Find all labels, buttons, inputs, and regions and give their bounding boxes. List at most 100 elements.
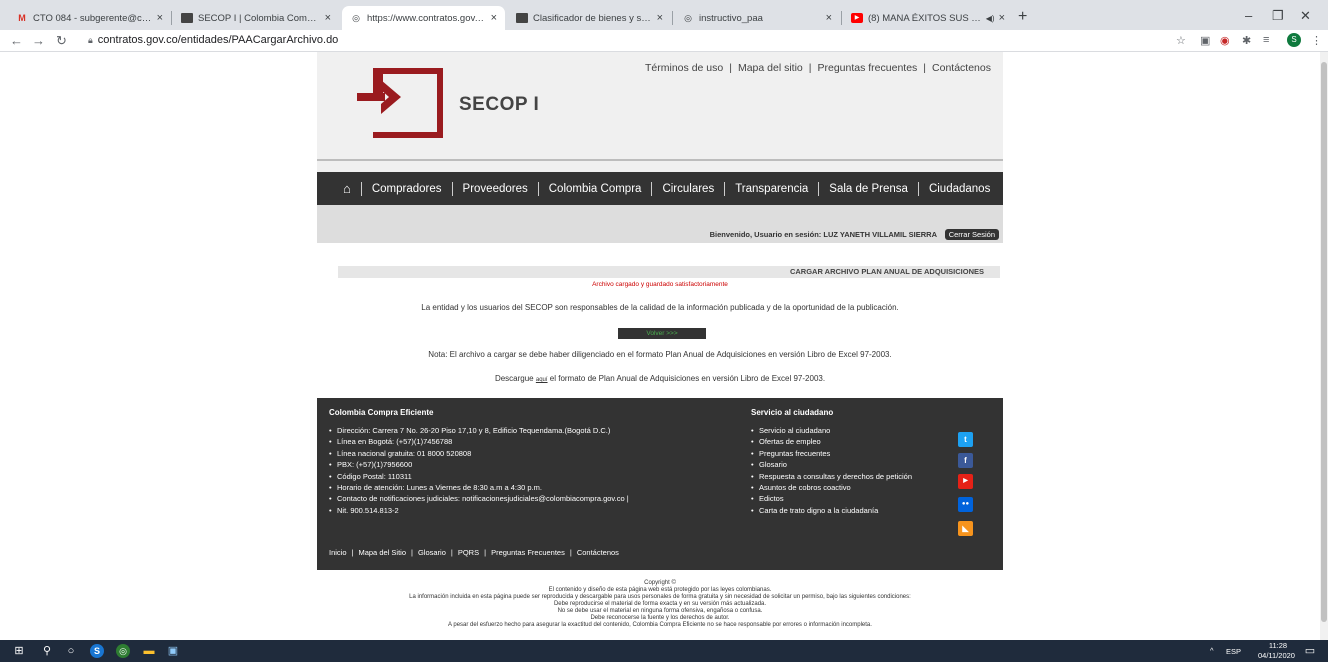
clock-date[interactable]: 04/11/2020 [1258,651,1295,660]
nav-item-ciudadanos[interactable]: Ciudadanos [917,181,1000,196]
browser-tab-active[interactable]: ◎ https://www.contratos.gov.co/en × [342,6,505,30]
search-icon[interactable]: ⚲ [40,644,54,658]
footer-col1-title: Colombia Compra Eficiente [329,408,434,417]
language-indicator[interactable]: ESP [1226,647,1241,656]
new-tab-button[interactable]: + [1018,8,1027,26]
browser-tab[interactable]: M CTO 084 - subgerente@cribsalud × [8,6,171,30]
chrome-icon[interactable]: ◎ [116,644,130,658]
menu-dots-icon[interactable]: ⋮ [1311,34,1322,47]
close-window-icon[interactable]: ✕ [1300,8,1311,24]
main-navigation: ⌂ Compradores Proveedores Colombia Compr… [317,172,1003,205]
footer-col2-title: Servicio al ciudadano [751,408,834,417]
media-queue-icon[interactable]: ≡ [1263,34,1269,46]
nav-item-circulares[interactable]: Circulares [651,181,724,196]
service-link[interactable]: Edictos [751,493,931,505]
footer-contact-column: Colombia Compra Eficiente Dirección: Car… [329,408,729,517]
facebook-icon[interactable]: f [958,453,973,468]
browser-tab[interactable]: SECOP I | Colombia Compra Efici × [173,6,339,30]
top-link-terms[interactable]: Términos de uso [645,62,723,74]
service-link[interactable]: Carta de trato digno a la ciudadanía [751,505,931,517]
copyright-line: Debe reconocerse la fuente y los derecho… [590,615,730,621]
profile-avatar[interactable]: S [1287,33,1301,47]
contact-item: Dirección: Carrera 7 No. 26-20 Piso 17,1… [329,425,729,437]
tab-separator [171,11,172,25]
forward-icon[interactable]: → [32,33,45,48]
url-field[interactable]: 🔒︎ contratos.gov.co/entidades/PAACargarAr… [88,34,338,46]
top-links: Términos de uso | Mapa del sitio | Preguntas… [645,62,991,74]
footer-link-contact[interactable]: Contáctenos [577,548,619,557]
service-link[interactable]: Glosario [751,459,931,471]
file-explorer-icon[interactable]: ▬ [142,644,156,658]
clock-time[interactable]: 11:28 [1260,641,1296,650]
copyright-line: A pesar del esfuerzo hecho para asegurar… [448,622,872,628]
gmail-icon: M [18,13,26,23]
youtube-icon[interactable]: ▶ [958,474,973,489]
extensions-puzzle-icon[interactable]: ✱ [1242,34,1251,47]
home-icon[interactable]: ⌂ [343,181,351,196]
footer-links: Inicio | Mapa del Sitio | Glosario | PQRS | Preg… [329,548,619,557]
footer-link-faq[interactable]: Preguntas Frecuentes [491,548,565,557]
nav-item-compradores[interactable]: Compradores [360,181,452,196]
logo-text[interactable]: SECOP I [459,94,539,116]
footer-link-inicio[interactable]: Inicio [329,548,347,557]
bookmark-star-icon[interactable]: ☆ [1176,34,1186,47]
download-link[interactable]: aquí [536,377,548,383]
footer-link-pqrs[interactable]: PQRS [458,548,479,557]
tray-chevron-icon[interactable]: ^ [1210,646,1214,655]
back-icon[interactable]: ← [10,33,23,48]
volver-button[interactable]: Volver >>> [618,328,706,339]
close-tab-icon[interactable]: × [999,12,1005,24]
close-tab-icon[interactable]: × [325,12,331,24]
reload-icon[interactable]: ↻ [56,33,67,49]
notification-icon[interactable]: ▭ [1303,644,1317,658]
scrollbar-thumb[interactable] [1321,62,1327,622]
top-link-sitemap[interactable]: Mapa del sitio [738,62,803,74]
service-link[interactable]: Servicio al ciudadano [751,425,931,437]
session-bar: Bienvenido, Usuario en sesión: LUZ YANET… [317,205,1003,243]
extension-icon[interactable]: ▣ [1200,34,1210,47]
service-link[interactable]: Ofertas de empleo [751,436,931,448]
top-link-faq[interactable]: Preguntas frecuentes [817,62,917,74]
restore-icon[interactable]: ❐ [1272,8,1284,24]
service-link[interactable]: Asuntos de cobros coactivo [751,482,931,494]
service-link[interactable]: Respuesta a consultas y derechos de peti… [751,471,931,483]
logout-button[interactable]: Cerrar Sesión [944,229,999,240]
footer-link-mapa[interactable]: Mapa del Sitio [358,548,406,557]
service-link[interactable]: Preguntas frecuentes [751,448,931,460]
task-view-icon[interactable]: ○ [64,644,78,658]
nav-item-sala-de-prensa[interactable]: Sala de Prensa [818,181,918,196]
site-footer: Colombia Compra Eficiente Dirección: Car… [317,398,1003,570]
close-tab-icon[interactable]: × [157,12,163,24]
tab-title: (8) MANA ÉXITOS SUS MeJo [868,12,982,24]
header-divider [317,159,1003,161]
contact-item: Línea en Bogotá: (+57)(1)7456788 [329,436,729,448]
rss-icon[interactable]: ◣ [958,521,973,536]
nav-item-colombia-compra[interactable]: Colombia Compra [537,181,652,196]
nav-item-proveedores[interactable]: Proveedores [451,181,538,196]
contact-item: Línea nacional gratuita: 01 8000 520808 [329,448,729,460]
browser-tab[interactable]: Clasificador de bienes y servicios × [508,6,671,30]
extension-icon[interactable]: ◉ [1220,34,1230,47]
tab-title: SECOP I | Colombia Compra Efici [198,12,321,24]
skype-icon[interactable]: S [90,644,104,658]
lock-icon: 🔒︎ [88,35,93,45]
top-link-contact[interactable]: Contáctenos [932,62,991,74]
site-header: Términos de uso | Mapa del sitio | Preguntas… [317,52,1003,172]
twitter-icon[interactable]: t [958,432,973,447]
secop-favicon-icon [516,13,528,23]
close-tab-icon[interactable]: × [826,12,832,24]
browser-tab[interactable]: ◎ instructivo_paa × [674,6,840,30]
flickr-icon[interactable]: ●● [958,497,973,512]
page-scrollbar[interactable] [1320,52,1328,640]
browser-tab[interactable]: ▶ (8) MANA ÉXITOS SUS MeJo ◀) × [843,6,1013,30]
close-tab-icon[interactable]: × [657,12,663,24]
copyright-line: El contenido y diseño de esta página web… [548,587,772,593]
close-tab-icon[interactable]: × [491,12,497,24]
windows-start-icon[interactable]: ⊞ [12,644,26,658]
footer-link-glosario[interactable]: Glosario [418,548,446,557]
minimize-icon[interactable]: – [1245,8,1252,23]
nav-item-transparencia[interactable]: Transparencia [724,181,818,196]
site-container: Términos de uso | Mapa del sitio | Preguntas… [317,52,1003,640]
contact-item: Horario de atención: Lunes a Viernes de … [329,482,729,494]
app-icon[interactable]: ▣ [166,644,180,658]
